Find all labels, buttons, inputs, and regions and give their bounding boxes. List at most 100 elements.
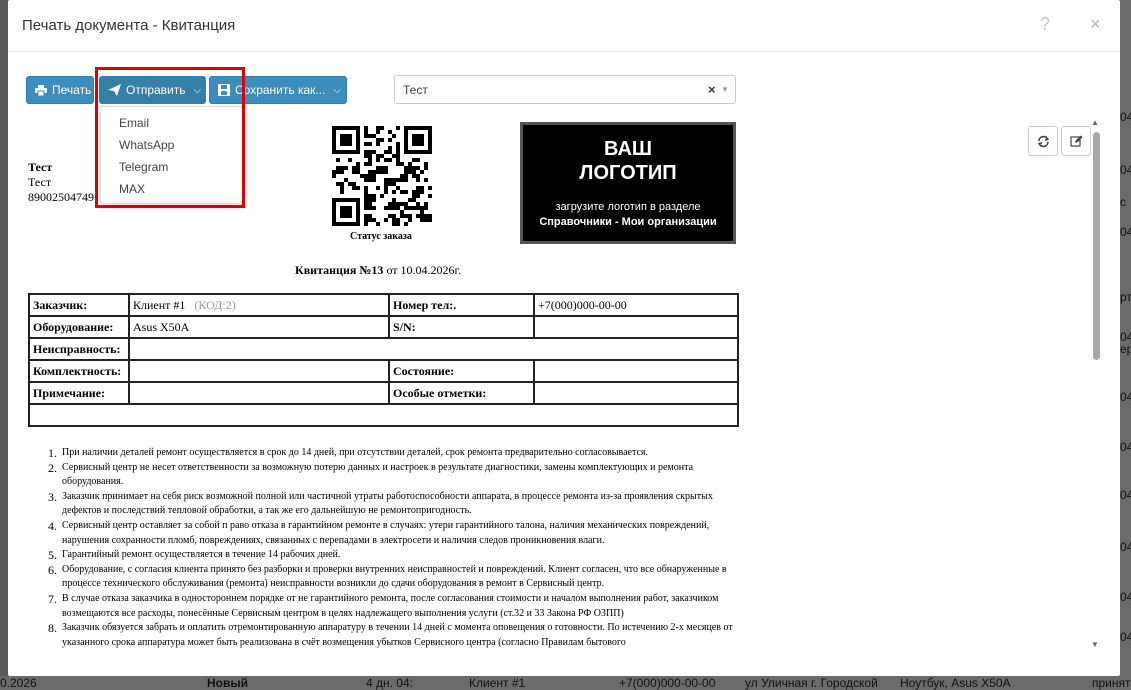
qr-module (396, 150, 400, 154)
qr-module (332, 202, 336, 206)
qr-module (388, 158, 392, 162)
qr-module (412, 158, 416, 162)
qr-module (356, 138, 360, 142)
qr-module (336, 182, 340, 186)
qr-module (420, 210, 424, 214)
qr-module (420, 142, 424, 146)
qr-module (412, 206, 416, 210)
qr-module (400, 162, 404, 166)
bg-client: Клиент #1 (469, 676, 526, 690)
qr-module (376, 142, 380, 146)
qr-module (388, 150, 392, 154)
qr-module (356, 210, 360, 214)
menu-item-whatsapp[interactable]: WhatsApp (119, 138, 174, 152)
qr-module (340, 222, 344, 226)
qr-module (388, 130, 392, 134)
close-icon[interactable]: × (1090, 14, 1101, 35)
receipt-date: от 10.04.2026г. (386, 263, 462, 277)
qr-module (332, 198, 336, 202)
qr-module (368, 178, 372, 182)
qr-module (344, 142, 348, 146)
qr-module (372, 194, 376, 198)
qr-module (364, 150, 368, 154)
qr-module (368, 194, 372, 198)
qr-module (428, 194, 432, 198)
qr-module (392, 190, 396, 194)
qr-module (364, 206, 368, 210)
qr-module (408, 170, 412, 174)
qr-module (344, 150, 348, 154)
qr-module (396, 178, 400, 182)
help-icon[interactable]: ? (1040, 14, 1050, 35)
fault-label: Неисправность: (33, 341, 121, 356)
qr-module (404, 174, 408, 178)
qr-module (420, 190, 424, 194)
qr-module (356, 170, 360, 174)
table-row (28, 403, 739, 427)
qr-module (404, 206, 408, 210)
bg-device: Ноутбук, Asus X50A (900, 676, 1011, 690)
qr-module (424, 206, 428, 210)
table-row: Оборудование: Asus X50A S/N: (28, 315, 739, 339)
term-text: Заказчик принимает на себя риск возможно… (62, 490, 713, 517)
qr-module (340, 126, 344, 130)
qr-module (412, 126, 416, 130)
modal-header: Печать документа - Квитанция ? × (8, 0, 1120, 52)
bg-text: 04 (1120, 540, 1131, 554)
bg-text: с (1120, 195, 1126, 209)
template-select[interactable]: Тест × ▼ (394, 75, 736, 104)
menu-item-max[interactable]: MAX (119, 182, 145, 196)
qr-module (416, 202, 420, 206)
scrollbar-thumb[interactable] (1093, 132, 1100, 360)
qr-module (340, 210, 344, 214)
condition-label: Состояние: (393, 363, 455, 378)
term-text: При наличии деталей ремонт осуществляетс… (62, 447, 649, 458)
qr-module (340, 214, 344, 218)
qr-module (424, 214, 428, 218)
chevron-down-icon: ⌵ (193, 84, 202, 96)
scroll-up-arrow-icon[interactable]: ▲ (1091, 118, 1099, 127)
send-label: Отправить (126, 83, 186, 97)
qr-module (428, 186, 432, 190)
customer-label: Заказчик: (33, 297, 88, 312)
qr-module (364, 142, 368, 146)
send-button[interactable]: Отправить ⌵ (99, 76, 206, 104)
list-item: 3. Заказчик принимает на себя риск возмож… (48, 489, 713, 517)
qr-module (352, 166, 356, 170)
list-item: 6. Оборудование, с согласия клиента приня… (48, 562, 727, 590)
qr-module (368, 170, 372, 174)
qr-module (412, 174, 416, 178)
clear-icon[interactable]: × (708, 82, 716, 97)
qr-module (384, 206, 388, 210)
qr-module (412, 142, 416, 146)
qr-module (356, 166, 360, 170)
qr-module (424, 202, 428, 206)
qr-module (360, 174, 364, 178)
print-button[interactable]: Печать (26, 76, 94, 104)
qr-module (404, 134, 408, 138)
scroll-down-arrow-icon[interactable]: ▼ (1091, 640, 1099, 649)
qr-module (368, 150, 372, 154)
qr-code (332, 126, 432, 226)
qr-module (396, 146, 400, 150)
qr-module (420, 186, 424, 190)
save-as-button[interactable]: Сохранить как... ⌵ (209, 76, 347, 104)
qr-module (416, 158, 420, 162)
menu-item-telegram[interactable]: Telegram (119, 160, 168, 174)
dropdown-arrow-icon[interactable]: ▼ (721, 85, 729, 94)
qr-module (372, 150, 376, 154)
special-label: Особые отметки: (393, 385, 487, 400)
qr-module (372, 174, 376, 178)
qr-module (332, 126, 336, 130)
qr-module (404, 190, 408, 194)
qr-module (400, 174, 404, 178)
qr-module (376, 166, 380, 170)
menu-item-email[interactable]: Email (119, 116, 149, 130)
qr-module (368, 214, 372, 218)
bg-text: 04 (1120, 163, 1131, 177)
qr-module (424, 178, 428, 182)
qr-module (384, 170, 388, 174)
qr-module (336, 170, 340, 174)
document-scrollbar[interactable]: ▲ ▼ (1091, 118, 1101, 654)
qr-module (344, 210, 348, 214)
